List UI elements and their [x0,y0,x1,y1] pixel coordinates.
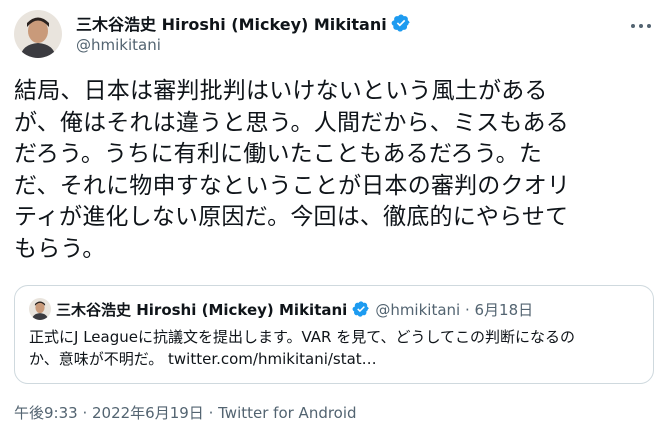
quoted-tweet-meta: @hmikitani · 6月18日 [375,300,534,319]
quoted-tweet-text: 正式にJ Leagueに抗議文を提出します。VAR を見て、どうしてこの判断にな… [29,326,644,370]
tweet-text-line: ティが進化しない原因だ。今回は、徹底的にやらせて [14,204,569,230]
separator: · [77,404,92,422]
author-display-name[interactable]: 三木谷浩史 Hiroshi (Mickey) Mikitani [76,11,387,35]
tweet-header: 三木谷浩史 Hiroshi (Mickey) Mikitani @hmikita… [14,10,656,60]
more-dots-icon[interactable] [628,16,654,36]
quoted-author-display-name: 三木谷浩史 Hiroshi (Mickey) Mikitani [56,300,348,319]
tweet-text-line: 結局、日本は審判批判はいけないという風土がある [14,78,548,104]
tweet-timestamp[interactable]: 午後9:33 · 2022年6月19日 [14,404,204,422]
quoted-tweet-text-line: 正式にJ Leagueに抗議文を提出します。VAR を見て、どうしてこの判断にな… [29,328,576,346]
tweet-footer-meta: 午後9:33 · 2022年6月19日 · Twitter for Androi… [14,402,357,423]
author-avatar[interactable] [14,10,62,58]
tweet-card: 三木谷浩史 Hiroshi (Mickey) Mikitani @hmikita… [0,0,670,426]
tweet-text-line: もらう。 [14,235,106,262]
verified-badge-icon [352,300,370,318]
tweet-text-line: だろう。うちに有利に働いたこともあるだろう。た [14,141,543,167]
tweet-text-line: だ、それに物申すなということが日本の審判のクオリ [14,172,571,199]
quoted-tweet-header: 三木谷浩史 Hiroshi (Mickey) Mikitani @hmikita… [29,298,533,320]
tweet-text: 結局、日本は審判批判はいけないという風土がある が、俺はそれは違うと思う。人間だ… [14,76,654,265]
author-info: 三木谷浩史 Hiroshi (Mickey) Mikitani @hmikita… [76,12,411,54]
author-handle[interactable]: @hmikitani [76,36,411,54]
quoted-author-avatar [29,298,51,320]
quoted-tweet[interactable]: 三木谷浩史 Hiroshi (Mickey) Mikitani @hmikita… [14,285,654,384]
quoted-tweet-text-line: か、意味が不明だ。 twitter.com/hmikitani/stat… [29,350,377,368]
tweet-text-line: が、俺はそれは違うと思う。人間だから、ミスもある [14,109,569,136]
separator: · [203,404,219,422]
tweet-time: 午後9:33 [14,404,78,422]
tweet-source[interactable]: Twitter for Android [218,404,356,422]
tweet-date: 2022年6月19日 [92,404,204,422]
verified-badge-icon [391,13,411,33]
